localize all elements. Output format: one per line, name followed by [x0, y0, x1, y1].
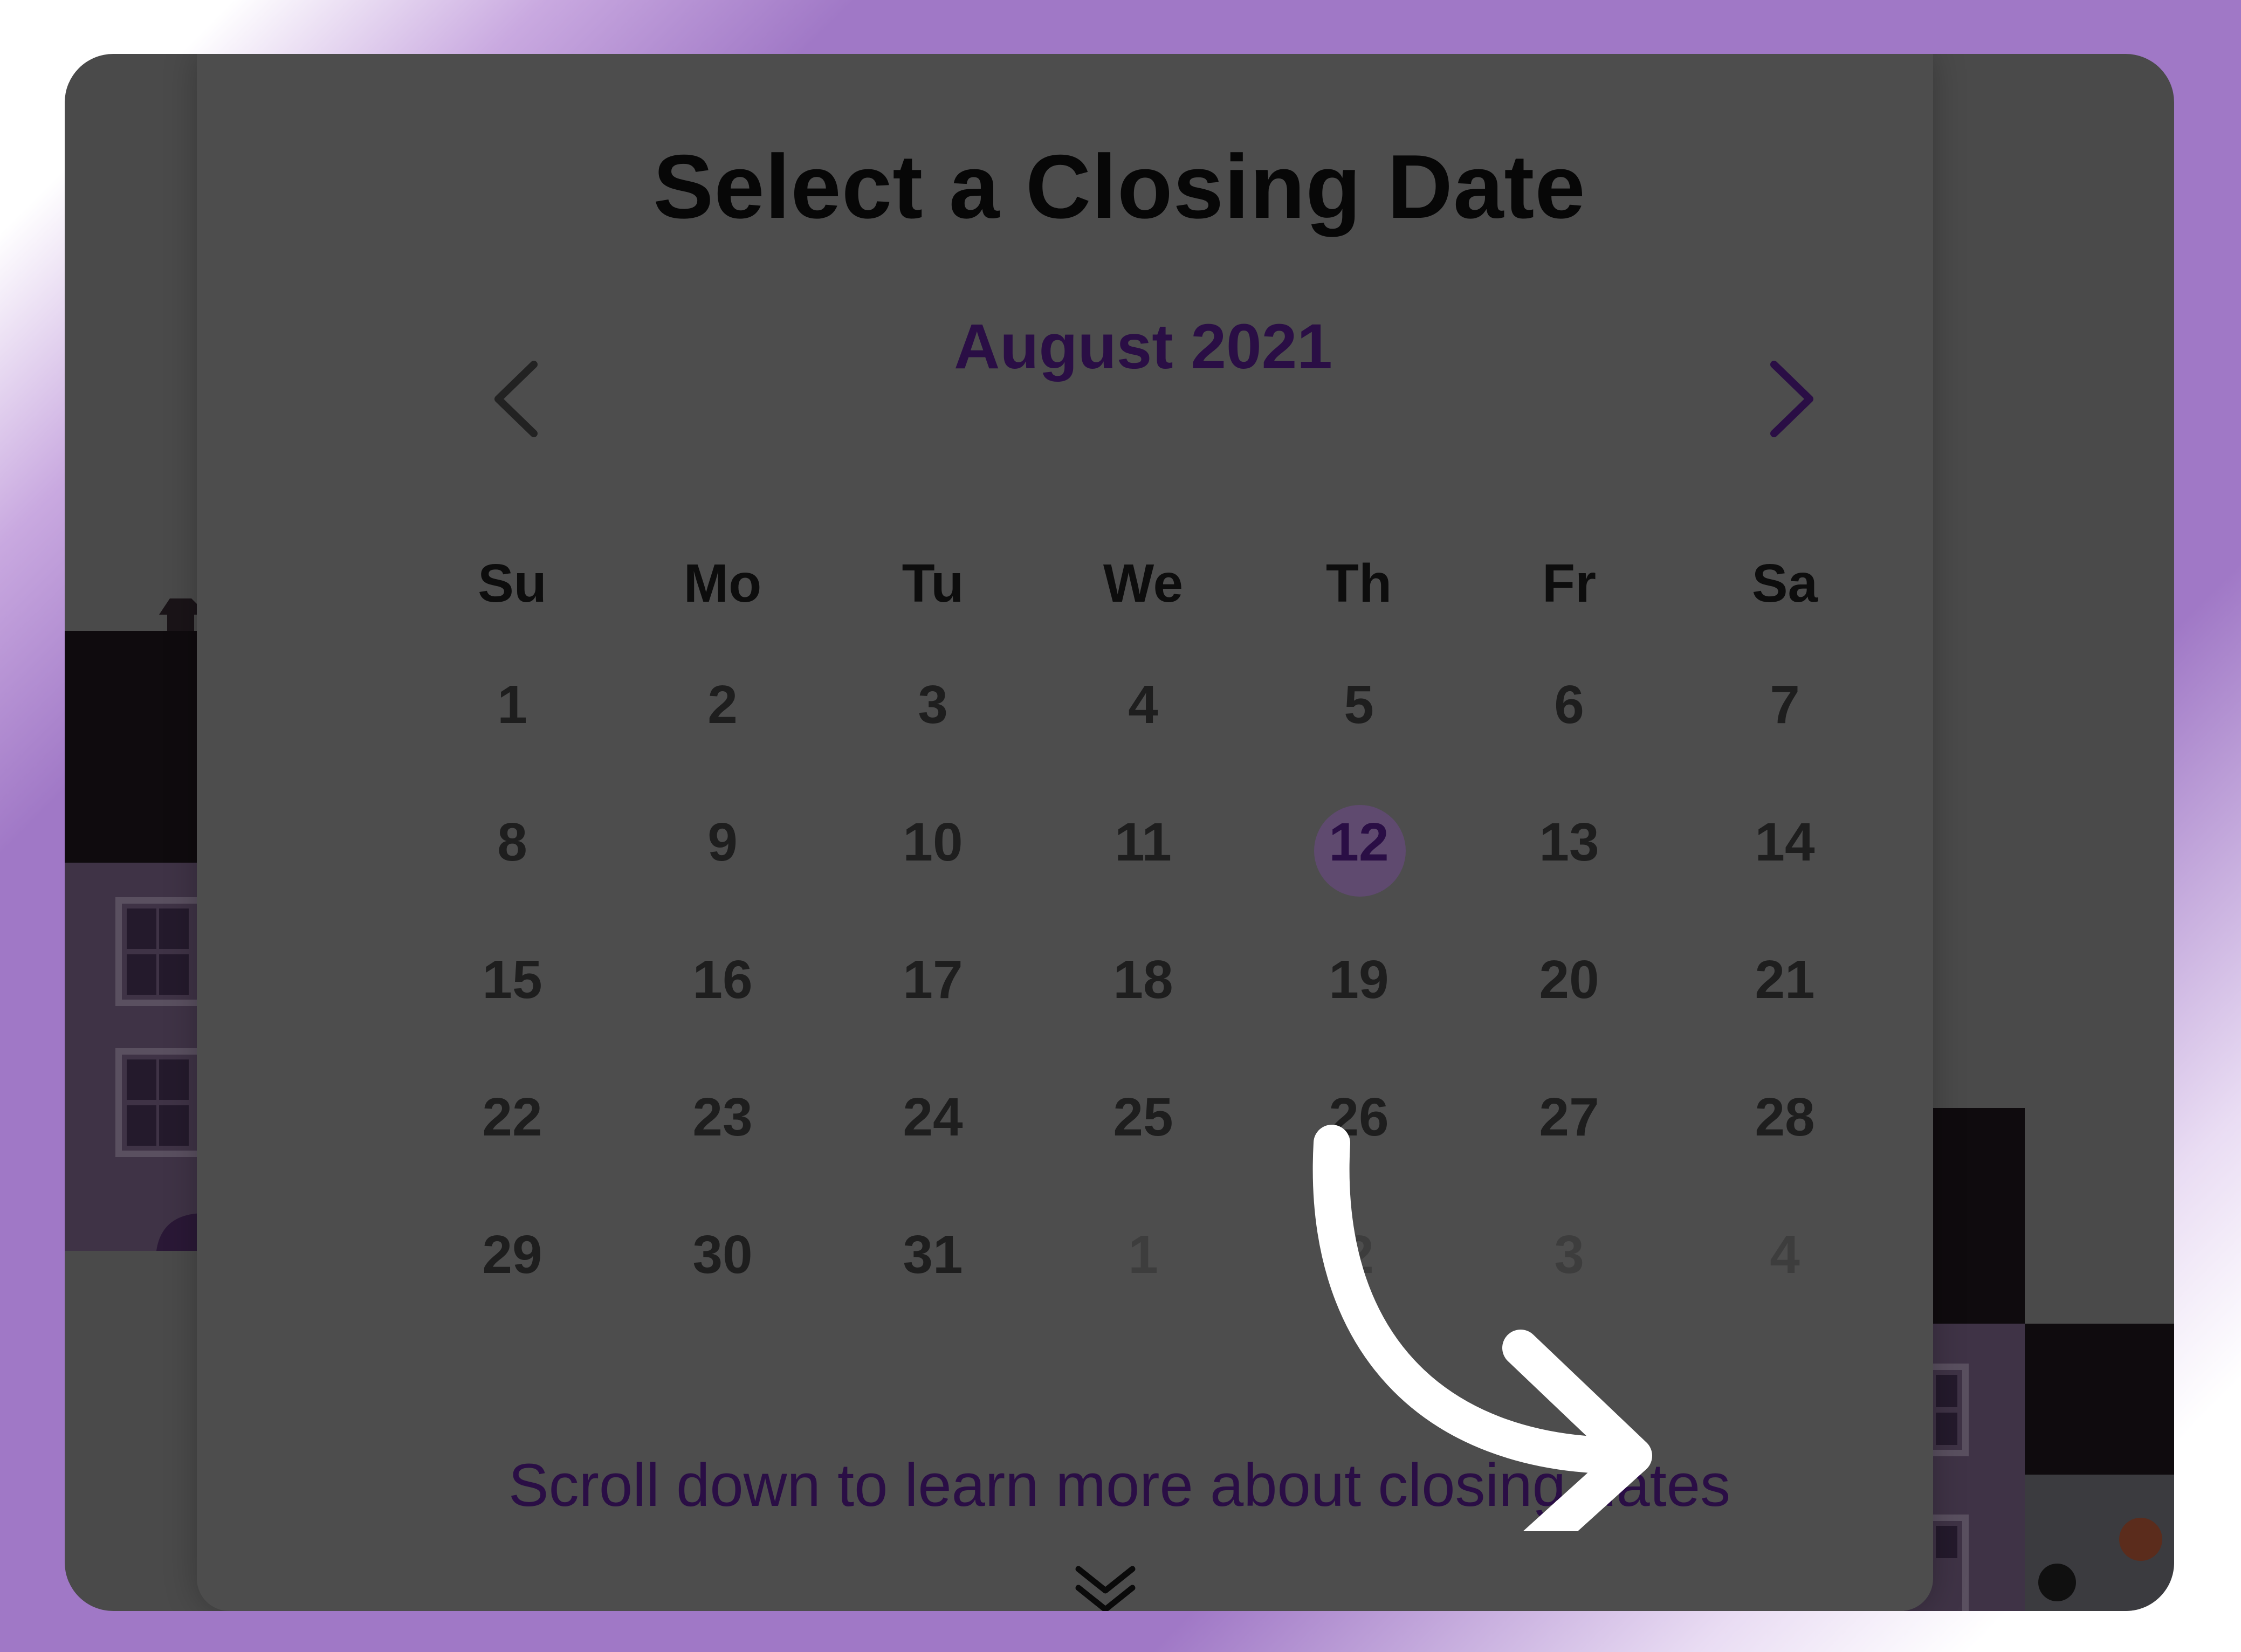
day-cell[interactable]: 15	[431, 949, 593, 1011]
weekday-label: Su	[478, 553, 547, 614]
curved-arrow-icon	[1312, 1125, 1652, 1531]
app-screen: Select a Closing Date August 2021 Su Mo Tu…	[65, 54, 2174, 1611]
day-cell[interactable]: 19	[1278, 949, 1440, 1011]
weekday-label: Sa	[1751, 553, 1818, 614]
next-month-button[interactable]	[1758, 356, 1823, 442]
day-cell[interactable]: 29	[431, 1224, 593, 1286]
day-cell: 1	[1128, 1224, 1158, 1285]
double-chevron-down-icon[interactable]	[1051, 1564, 1159, 1611]
month-label: August 2021	[954, 311, 1332, 382]
day-cell[interactable]: 2	[642, 674, 803, 736]
day-cell[interactable]: 4	[1062, 674, 1224, 736]
day-cell[interactable]: 1	[431, 674, 593, 736]
day-cell[interactable]: 9	[642, 811, 803, 873]
day-cell[interactable]: 28	[1704, 1086, 1866, 1148]
day-cell[interactable]: 16	[642, 949, 803, 1011]
day-cell[interactable]: 14	[1704, 811, 1866, 873]
chevron-left-icon	[494, 361, 538, 437]
day-cell[interactable]: 8	[431, 811, 593, 873]
day-cell[interactable]: 3	[852, 674, 1014, 736]
weekday-label: Mo	[683, 553, 762, 614]
day-cell[interactable]: 7	[1704, 674, 1866, 736]
day-cell[interactable]: 25	[1062, 1086, 1224, 1148]
day-cell[interactable]: 17	[852, 949, 1014, 1011]
weekday-label: We	[1103, 553, 1184, 614]
day-cell[interactable]: 30	[642, 1224, 803, 1286]
day-cell[interactable]: 5	[1278, 674, 1440, 736]
weekday-label: Tu	[902, 553, 964, 614]
day-cell[interactable]: 13	[1488, 811, 1650, 873]
scroll-hint-text: Scroll down to learn more about closing …	[508, 1451, 1731, 1519]
day-cell[interactable]: 24	[852, 1086, 1014, 1148]
day-cell[interactable]: 21	[1704, 949, 1866, 1011]
house-illustration-left	[65, 598, 205, 1251]
day-cell[interactable]: 23	[642, 1086, 803, 1148]
house-illustration-right	[1895, 1108, 2174, 1611]
day-cell: 4	[1770, 1224, 1800, 1285]
day-cell[interactable]: 6	[1488, 674, 1650, 736]
page-title: Select a Closing Date	[653, 136, 1586, 237]
day-cell[interactable]: 20	[1488, 949, 1650, 1011]
selected-day-cell[interactable]: 12	[1278, 805, 1440, 897]
day-cell[interactable]: 18	[1062, 949, 1224, 1011]
day-cell[interactable]: 11	[1062, 811, 1224, 873]
prev-month-button[interactable]	[485, 356, 550, 442]
weekday-label: Fr	[1542, 553, 1596, 614]
chevron-right-icon	[1770, 361, 1813, 437]
day-cell[interactable]: 31	[852, 1224, 1014, 1286]
day-cell[interactable]: 22	[431, 1086, 593, 1148]
day-cell[interactable]: 10	[852, 811, 1014, 873]
weekday-label: Th	[1325, 553, 1392, 614]
selected-day-number: 12	[1329, 812, 1389, 872]
